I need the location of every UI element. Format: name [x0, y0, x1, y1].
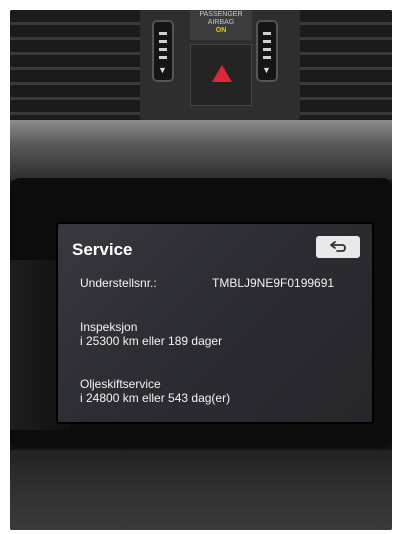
oil-service-item: Oljeskiftservice i 24800 km eller 543 da… — [80, 377, 230, 405]
inspection-title: Inspeksjon — [80, 320, 138, 334]
hazard-triangle-icon — [212, 65, 232, 82]
vin-label: Understellsnr.: — [80, 276, 157, 290]
page-title: Service — [72, 240, 133, 259]
inspection-item: Inspeksjon i 25300 km eller 189 dager — [80, 320, 222, 348]
chevron-down-icon: ▼ — [158, 65, 167, 75]
passenger-airbag-indicator: PASSENGER AIRBAG ON — [190, 10, 252, 40]
vin-value: TMBLJ9NE9F0199691 — [212, 276, 335, 290]
airbag-label-line1: PASSENGER — [199, 11, 243, 18]
oil-service-detail: i 24800 km eller 543 dag(er) — [80, 391, 231, 405]
center-console: ▼ PASSENGER AIRBAG ON ▼ — [140, 10, 300, 122]
oil-service-title: Oljeskiftservice — [80, 377, 161, 391]
hazard-button[interactable] — [190, 44, 252, 106]
chevron-down-icon: ▼ — [262, 65, 271, 75]
back-arrow-icon — [330, 241, 346, 252]
airbag-status: ON — [215, 27, 227, 34]
inspection-detail: i 25300 km eller 189 dager — [80, 334, 223, 348]
console-lower — [10, 450, 392, 530]
air-vent-left — [10, 10, 140, 120]
dashboard-trim — [10, 120, 392, 180]
vent-thumbwheel-right[interactable]: ▼ — [256, 20, 278, 82]
vent-thumbwheel-left[interactable]: ▼ — [152, 20, 174, 82]
airbag-label-line2: AIRBAG — [207, 19, 235, 26]
back-button[interactable] — [316, 236, 360, 258]
infotainment-screen: Service Understellsnr.: TMBLJ9NE9F019969… — [58, 224, 372, 422]
